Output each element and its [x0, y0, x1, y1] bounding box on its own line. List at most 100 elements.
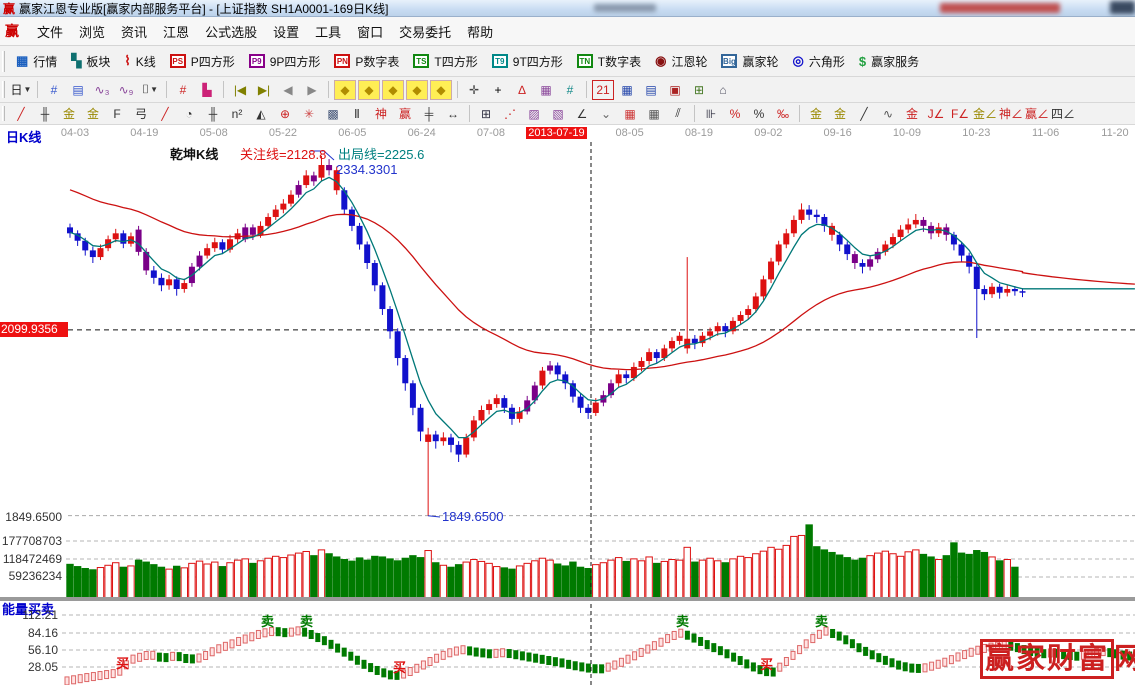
tool-icon[interactable]: ∆	[511, 80, 533, 100]
toolbar-button-赢家轮[interactable]: Big赢家轮	[714, 48, 785, 74]
toolbar-button-9P四方形[interactable]: P99P四方形	[242, 48, 328, 74]
draw-tool-icon[interactable]: ◭	[250, 104, 272, 124]
draw-tool-icon[interactable]: ▦	[643, 104, 665, 124]
draw-tool-icon[interactable]: 赢∠	[1025, 104, 1049, 124]
draw-tool-icon[interactable]: n²	[226, 104, 248, 124]
tool-icon[interactable]: ◆	[358, 80, 380, 100]
draw-tool-icon[interactable]: ✳	[298, 104, 320, 124]
draw-tool-icon[interactable]: 金	[829, 104, 851, 124]
tool-icon[interactable]: ⊞	[688, 80, 710, 100]
window-controls-blurred[interactable]	[1110, 1, 1135, 14]
draw-tool-icon[interactable]: ▨	[523, 104, 545, 124]
draw-tool-icon[interactable]: 金	[82, 104, 104, 124]
tool-icon[interactable]: ∿₉	[115, 80, 137, 100]
menu-item-设置[interactable]: 设置	[265, 23, 307, 42]
tool-icon[interactable]: |◀	[229, 80, 251, 100]
tool-icon[interactable]: ▣	[664, 80, 686, 100]
menu-item-浏览[interactable]: 浏览	[71, 23, 113, 42]
toolbar-button-T数字表[interactable]: TNT数字表	[570, 48, 648, 74]
toolbar-button-赢家服务[interactable]: $赢家服务	[852, 48, 926, 74]
P四方形-icon: PS	[170, 54, 186, 68]
toolbar-button-板块[interactable]: ▚板块	[64, 48, 117, 74]
draw-tool-icon[interactable]: ╱	[154, 104, 176, 124]
menu-item-文件[interactable]: 文件	[29, 23, 71, 42]
tool-icon[interactable]: +	[487, 80, 509, 100]
draw-tool-icon[interactable]: ⊕	[274, 104, 296, 124]
toolbar-button-江恩轮[interactable]: ◉江恩轮	[648, 48, 714, 74]
draw-tool-icon[interactable]: 赢	[394, 104, 416, 124]
draw-tool-icon[interactable]: %	[748, 104, 770, 124]
draw-tool-icon[interactable]: 金	[901, 104, 923, 124]
tool-icon[interactable]: ⌂	[712, 80, 734, 100]
menu-item-工具[interactable]: 工具	[307, 23, 349, 42]
draw-tool-icon[interactable]: 四∠	[1051, 104, 1075, 124]
draw-tool-icon[interactable]: F	[106, 104, 128, 124]
toolbar-button-行情[interactable]: ▦行情	[9, 48, 64, 74]
draw-tool-icon[interactable]: ▧	[547, 104, 569, 124]
tool-icon[interactable]: ◆	[334, 80, 356, 100]
menu-item-资讯[interactable]: 资讯	[113, 23, 155, 42]
draw-tool-icon[interactable]: ╱	[10, 104, 32, 124]
draw-tool-icon[interactable]: 神	[370, 104, 392, 124]
draw-tool-icon[interactable]: ⊞	[475, 104, 497, 124]
menu-item-窗口[interactable]: 窗口	[349, 23, 391, 42]
draw-tool-icon[interactable]: 金	[805, 104, 827, 124]
toolbar-button-T四方形[interactable]: TST四方形	[406, 48, 484, 74]
draw-tool-icon[interactable]: ◔	[178, 104, 200, 124]
menu-item-江恩[interactable]: 江恩	[155, 23, 197, 42]
draw-tool-icon[interactable]: %	[724, 104, 746, 124]
draw-tool-icon[interactable]: F∠	[949, 104, 971, 124]
kline-chart-svg[interactable]	[0, 142, 1135, 685]
draw-tool-icon[interactable]: 金∠	[973, 104, 997, 124]
draw-tool-icon[interactable]: ╫	[202, 104, 224, 124]
menu-item-交易委托[interactable]: 交易委托	[391, 23, 459, 42]
toolbar-grip[interactable]	[2, 81, 5, 99]
tool-icon[interactable]: 21	[592, 80, 614, 100]
draw-tool-icon[interactable]: ╫	[34, 104, 56, 124]
draw-tool-icon[interactable]: ↔	[442, 104, 464, 124]
tool-icon[interactable]: #	[43, 80, 65, 100]
tool-icon[interactable]: ◀	[277, 80, 299, 100]
draw-tool-icon[interactable]: 金	[58, 104, 80, 124]
toolbar-button-P四方形[interactable]: PSP四方形	[163, 48, 242, 74]
draw-tool-icon[interactable]: Ⅱ	[346, 104, 368, 124]
tool-icon[interactable]: ▶	[301, 80, 323, 100]
tool-icon[interactable]: ◆	[406, 80, 428, 100]
draw-tool-icon[interactable]: ⌄	[595, 104, 617, 124]
draw-tool-icon[interactable]: ╪	[418, 104, 440, 124]
tool-icon[interactable]: ◆	[382, 80, 404, 100]
toolbar-grip[interactable]	[2, 51, 5, 72]
toolbar-button-P数字表[interactable]: PNP数字表	[327, 48, 406, 74]
draw-tool-icon[interactable]: ▦	[619, 104, 641, 124]
tool-icon[interactable]: ▦	[535, 80, 557, 100]
tool-icon[interactable]: ▤	[640, 80, 662, 100]
tool-icon[interactable]: ▙	[196, 80, 218, 100]
tool-icon[interactable]: ✛	[463, 80, 485, 100]
tool-icon[interactable]: ⌷▼	[139, 80, 161, 100]
tool-icon[interactable]: #	[559, 80, 581, 100]
tool-icon[interactable]: 日▼	[10, 80, 32, 100]
draw-tool-icon[interactable]: J∠	[925, 104, 947, 124]
tool-icon[interactable]: ▦	[616, 80, 638, 100]
toolbar-grip[interactable]	[2, 106, 5, 121]
draw-tool-icon[interactable]: ∠	[571, 104, 593, 124]
draw-tool-icon[interactable]: 神∠	[999, 104, 1023, 124]
tool-icon[interactable]: ∿₃	[91, 80, 113, 100]
draw-tool-icon[interactable]: 弓	[130, 104, 152, 124]
tool-icon[interactable]: ▶|	[253, 80, 275, 100]
draw-tool-icon[interactable]: ╱	[853, 104, 875, 124]
draw-tool-icon[interactable]: ‰	[772, 104, 794, 124]
tool-icon[interactable]: #	[172, 80, 194, 100]
tool-icon[interactable]: ◆	[430, 80, 452, 100]
draw-tool-icon[interactable]: ⋰	[499, 104, 521, 124]
draw-tool-icon[interactable]: ⊪	[700, 104, 722, 124]
draw-tool-icon[interactable]: ▩	[322, 104, 344, 124]
draw-tool-icon[interactable]: ⫽	[667, 104, 689, 124]
draw-tool-icon[interactable]: ∿	[877, 104, 899, 124]
menu-item-帮助[interactable]: 帮助	[459, 23, 501, 42]
toolbar-button-K线[interactable]: ⌇K线	[117, 48, 162, 74]
toolbar-button-9T四方形[interactable]: T99T四方形	[485, 48, 570, 74]
tool-icon[interactable]: ▤	[67, 80, 89, 100]
menu-item-公式选股[interactable]: 公式选股	[197, 23, 265, 42]
toolbar-button-六角形[interactable]: ◎六角形	[786, 48, 852, 74]
